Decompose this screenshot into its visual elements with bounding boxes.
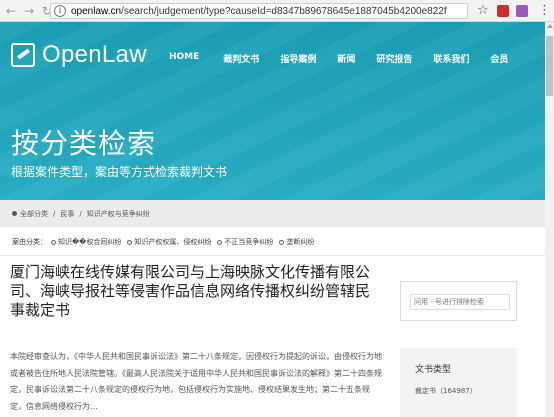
info-icon[interactable]: i — [54, 5, 66, 17]
filter-tag[interactable]: 垄断纠纷 — [279, 237, 314, 247]
sidebar-search-panel — [400, 281, 517, 321]
nav-guiding-cases[interactable]: 指导案例 — [280, 52, 316, 65]
radio-icon — [217, 239, 223, 245]
extension-icon[interactable] — [497, 5, 509, 17]
brand-name: OpenLaw — [42, 41, 147, 68]
radio-icon — [279, 239, 285, 245]
browser-menu-icon[interactable]: ⋮ — [538, 3, 551, 18]
search-input[interactable] — [410, 294, 510, 310]
facet-item[interactable]: 裁定书（164987） — [415, 386, 477, 396]
breadcrumb-separator: / — [53, 209, 56, 218]
address-bar[interactable]: i openlaw.cn/search/judgement/type?cause… — [50, 3, 468, 19]
filter-tag[interactable]: 不正当竞争纠纷 — [217, 237, 273, 247]
nav-member[interactable]: 会员 — [490, 52, 508, 65]
divider — [0, 255, 545, 256]
nav-news[interactable]: 新闻 — [337, 52, 355, 65]
breadcrumb-separator: / — [79, 209, 82, 218]
breadcrumb-civil[interactable]: 民事 — [60, 209, 74, 219]
nav-reports[interactable]: 研究报告 — [376, 52, 412, 65]
breadcrumb-all[interactable]: 全部分类 — [20, 209, 48, 219]
doc-type-facet: 文书类型 裁定书（164987） — [400, 348, 517, 417]
result-title[interactable]: 厦门海峡在线传媒有限公司与上海映脉文化传播有限公司、海峡导报社等侵害作品信息网络… — [10, 263, 380, 320]
breadcrumb: 全部分类 / 民事 / 知识产权与竞争纠纷 — [0, 200, 545, 227]
filter-tag[interactable]: 知识��权合同纠纷 — [51, 237, 121, 247]
bookmark-star-icon[interactable]: ☆ — [477, 3, 489, 18]
gavel-icon — [11, 43, 35, 67]
site-logo[interactable]: OpenLaw — [11, 41, 147, 69]
facet-heading: 文书类型 — [415, 365, 452, 375]
radio-icon — [51, 239, 56, 245]
forward-arrow-icon[interactable]: → — [22, 4, 36, 18]
back-arrow-icon[interactable]: ← — [4, 4, 18, 18]
hero-banner: OpenLaw HOME 裁判文书 指导案例 新闻 研究报告 联系我们 会员 按… — [0, 22, 545, 200]
filter-tag[interactable]: 知识产权权属、侵权纠纷 — [127, 237, 211, 247]
extension-icon[interactable] — [516, 5, 528, 17]
scrollbar-thumb[interactable] — [546, 36, 553, 96]
breadcrumb-dot-icon — [12, 211, 17, 216]
result-excerpt: 本院经审查认为，《中华人民共和国民事诉讼法》第二十八条规定，因侵权行为提起的诉讼… — [10, 352, 382, 411]
top-navigation: HOME 裁判文书 指导案例 新闻 研究报告 联系我们 会员 — [165, 52, 508, 65]
cause-filter: 案由分类： 知识��权合同纠纷 知识产权权属、侵权纠纷 不正当竞争纠纷 垄断纠纷 — [12, 237, 320, 247]
breadcrumb-ip[interactable]: 知识产权与竞争纠纷 — [87, 209, 150, 219]
url-text[interactable]: openlaw.cn/search/judgement/type?causeId… — [71, 6, 451, 17]
nav-home[interactable]: HOME — [169, 52, 199, 65]
nav-judgements[interactable]: 裁判文书 — [223, 52, 259, 65]
filter-label: 案由分类： — [12, 238, 47, 246]
scrollbar[interactable] — [545, 22, 554, 417]
nav-contact[interactable]: 联系我们 — [433, 52, 469, 65]
page-title: 按分类检索 — [11, 127, 157, 160]
radio-icon — [127, 239, 133, 245]
scroll-up-icon[interactable] — [547, 24, 553, 28]
page-subtitle: 根据案件类型，案由等方式检索裁判文书 — [11, 165, 228, 179]
